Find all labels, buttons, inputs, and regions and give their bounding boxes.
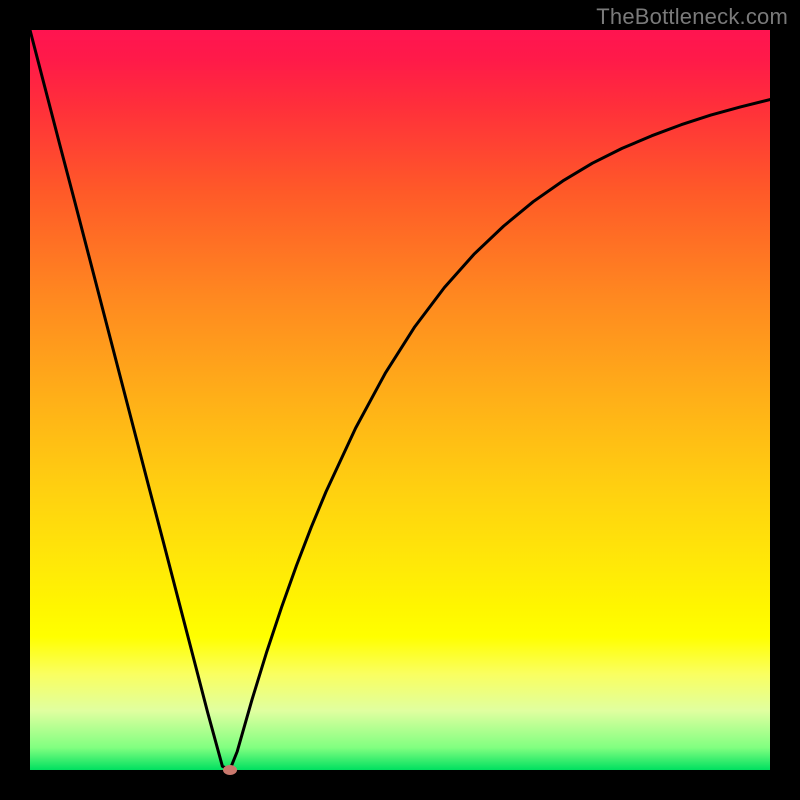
chart-frame: TheBottleneck.com bbox=[0, 0, 800, 800]
plot-area bbox=[30, 30, 770, 770]
optimal-point-marker bbox=[223, 765, 237, 775]
bottleneck-curve bbox=[30, 30, 770, 770]
attribution-text: TheBottleneck.com bbox=[596, 4, 788, 30]
